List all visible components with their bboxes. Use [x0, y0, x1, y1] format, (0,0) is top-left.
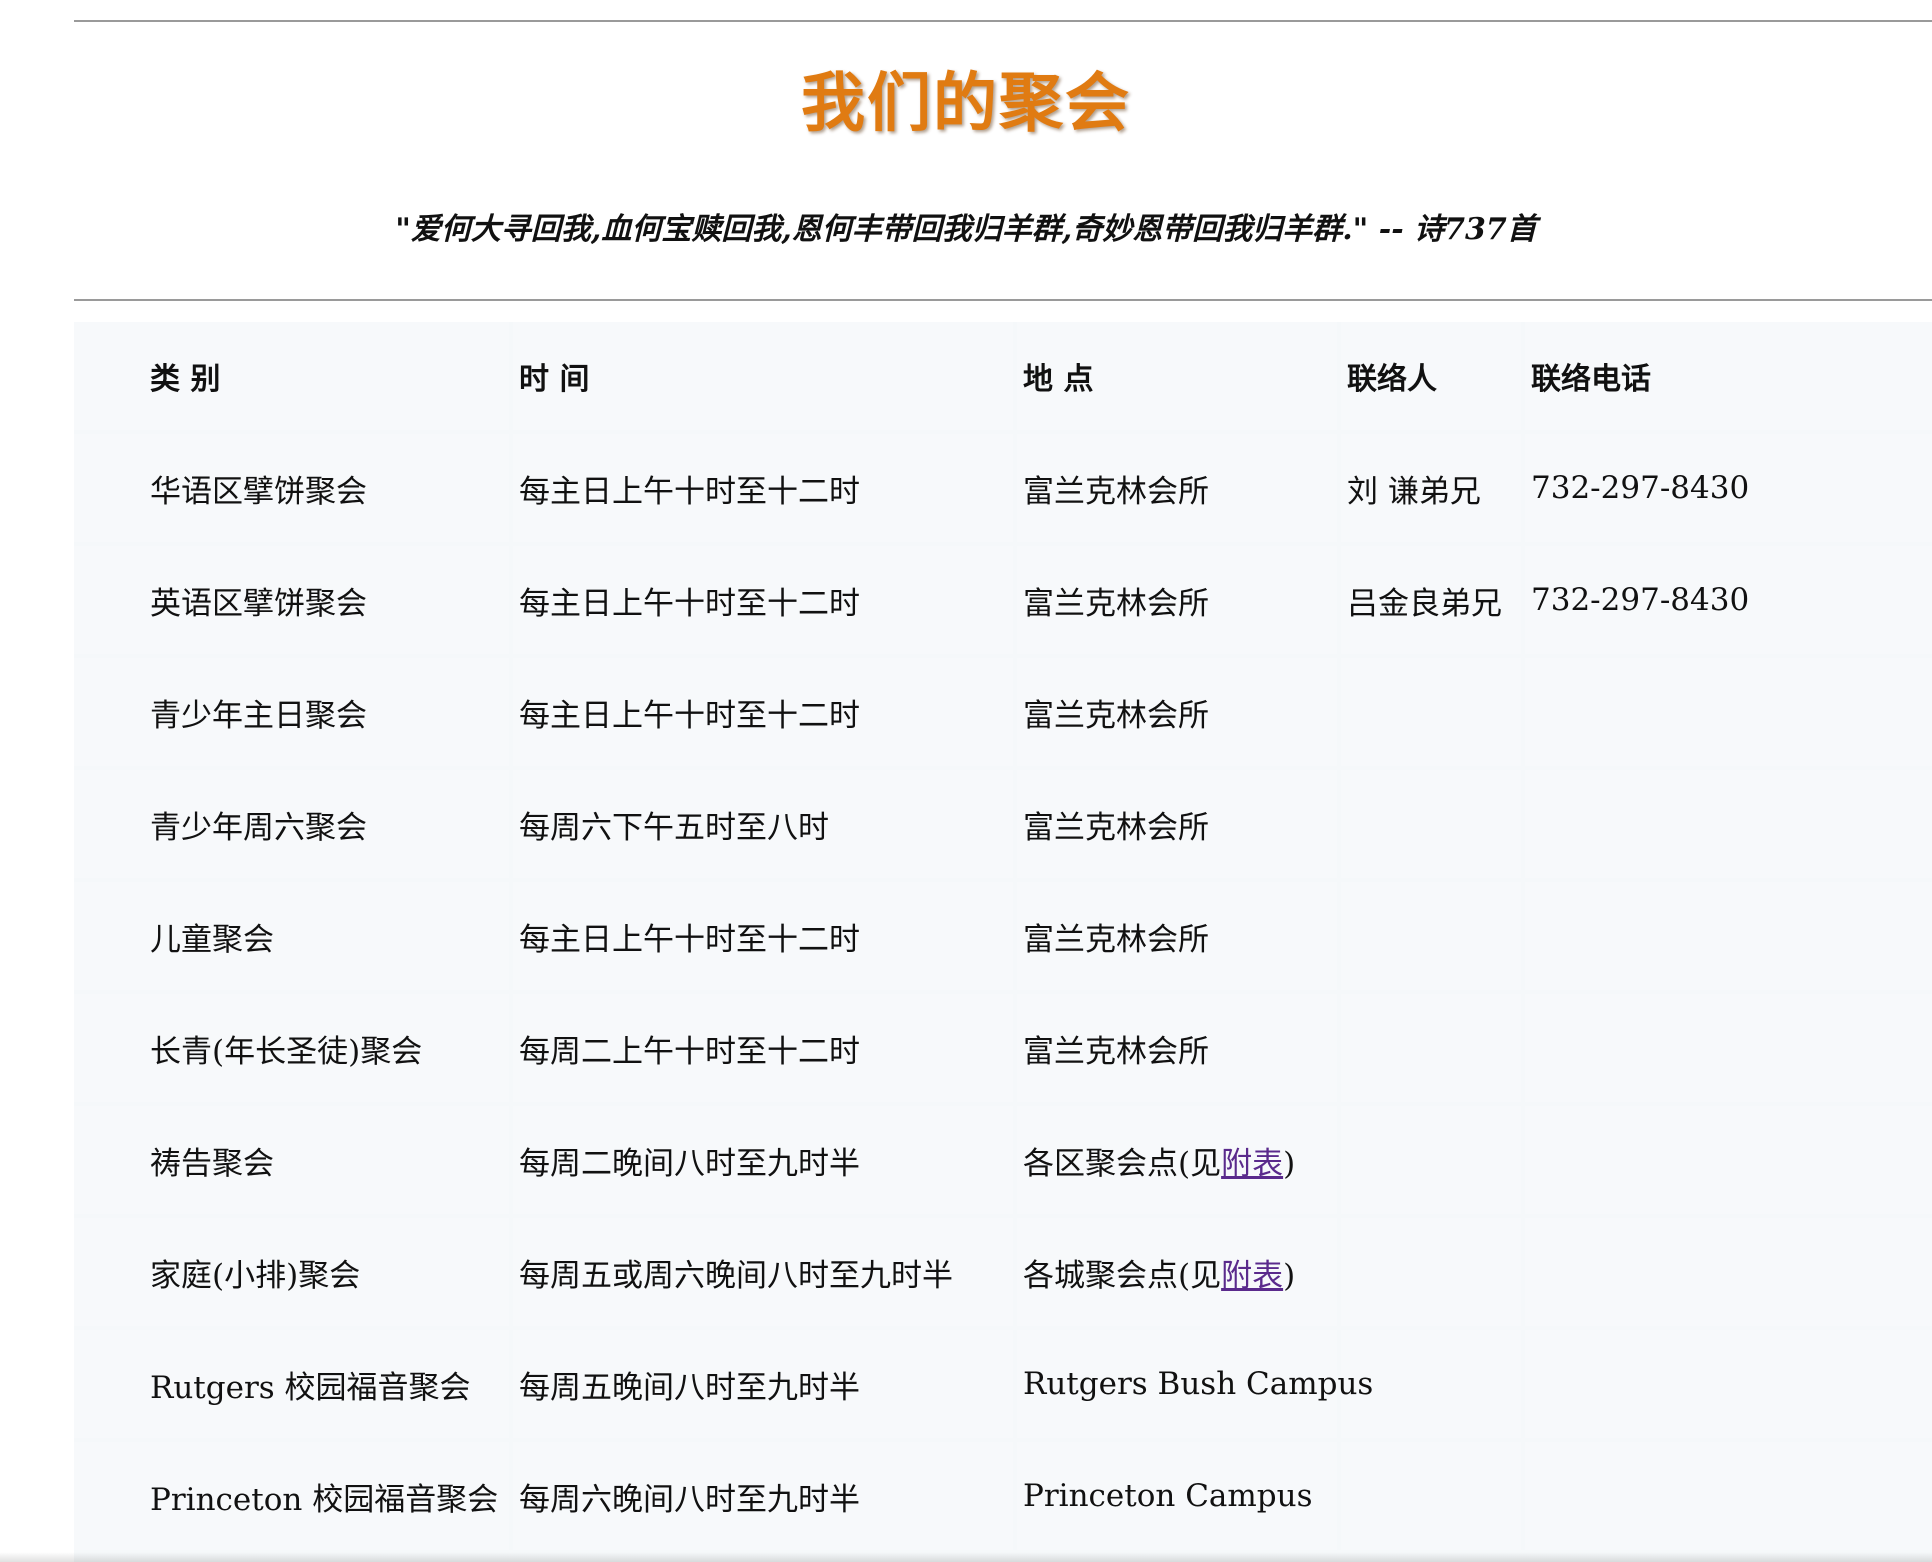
appendix-link[interactable]: 附表: [1221, 1146, 1283, 1182]
meeting-place: 富兰克林会所: [1017, 994, 1337, 1102]
header-phone: 联络电话: [1525, 322, 1932, 430]
meeting-phone: [1525, 1106, 1932, 1214]
table-row: 青少年周六聚会 每周六下午五时至八时 富兰克林会所: [74, 770, 1932, 878]
place-suffix: ): [1283, 1145, 1296, 1182]
meeting-type: 儿童聚会: [74, 882, 509, 990]
page-title: 我们的聚会: [801, 67, 1131, 141]
meeting-type: 长青(年长圣徒)聚会: [74, 994, 509, 1102]
table-header-row: 类 别 时 间 地 点 联络人 联络电话: [74, 322, 1932, 430]
meeting-place: 富兰克林会所: [1017, 770, 1337, 878]
meeting-time: 每主日上午十时至十二时: [513, 882, 1013, 990]
top-divider: [74, 20, 1932, 22]
meeting-type: 青少年主日聚会: [74, 658, 509, 766]
meeting-contact: [1341, 658, 1521, 766]
meeting-time: 每周五晚间八时至九时半: [513, 1330, 1013, 1438]
meeting-place: 富兰克林会所: [1017, 434, 1337, 542]
meeting-phone: [1525, 882, 1932, 990]
meeting-place: 富兰克林会所: [1017, 882, 1337, 990]
meeting-time: 每周二晚间八时至九时半: [513, 1106, 1013, 1214]
table-row: Rutgers 校园福音聚会 每周五晚间八时至九时半 Rutgers Bush …: [74, 1330, 1932, 1438]
meeting-time: 每周六下午五时至八时: [513, 770, 1013, 878]
meeting-time: 每周五或周六晚间八时至九时半: [513, 1218, 1013, 1326]
meeting-type: Rutgers 校园福音聚会: [74, 1330, 509, 1438]
meeting-time: 每主日上午十时至十二时: [513, 658, 1013, 766]
appendix-link[interactable]: 附表: [1221, 1258, 1283, 1294]
section-divider: [74, 299, 1932, 301]
meeting-contact: [1341, 994, 1521, 1102]
hymn-quote: "爱何大寻回我,血何宝赎回我,恩何丰带回我归羊群,奇妙恩带回我归羊群." -- …: [395, 212, 1537, 247]
meeting-type: 英语区擘饼聚会: [74, 546, 509, 654]
table-row: 家庭(小排)聚会 每周五或周六晚间八时至九时半 各城聚会点(见附表): [74, 1218, 1932, 1326]
meeting-type: 祷告聚会: [74, 1106, 509, 1214]
header-contact: 联络人: [1341, 322, 1521, 430]
meeting-time: 每周六晚间八时至九时半: [513, 1442, 1013, 1550]
meeting-contact: 吕金良弟兄: [1341, 546, 1521, 654]
meeting-place: 富兰克林会所: [1017, 658, 1337, 766]
meeting-phone: [1525, 770, 1932, 878]
table-row: 儿童聚会 每主日上午十时至十二时 富兰克林会所: [74, 882, 1932, 990]
meetings-table: 类 别 时 间 地 点 联络人 联络电话 华语区擘饼聚会 每主日上午十时至十二时…: [74, 322, 1932, 1554]
window-bottom-edge: [0, 1552, 1932, 1562]
meeting-contact: [1341, 882, 1521, 990]
header-type: 类 别: [74, 322, 509, 430]
header-place: 地 点: [1017, 322, 1337, 430]
meeting-time: 每主日上午十时至十二时: [513, 546, 1013, 654]
meeting-phone: [1525, 658, 1932, 766]
table-row: 青少年主日聚会 每主日上午十时至十二时 富兰克林会所: [74, 658, 1932, 766]
table-row: 祷告聚会 每周二晚间八时至九时半 各区聚会点(见附表): [74, 1106, 1932, 1214]
place-suffix: ): [1283, 1257, 1296, 1294]
table-row: 华语区擘饼聚会 每主日上午十时至十二时 富兰克林会所 刘 谦弟兄 732-297…: [74, 434, 1932, 542]
meeting-phone: 732-297-8430: [1525, 434, 1932, 542]
table-row: Princeton 校园福音聚会 每周六晚间八时至九时半 Princeton C…: [74, 1442, 1932, 1550]
meeting-type: 家庭(小排)聚会: [74, 1218, 509, 1326]
meeting-contact: [1341, 1106, 1521, 1214]
meeting-place: 富兰克林会所: [1017, 546, 1337, 654]
meeting-phone: [1525, 1218, 1932, 1326]
header-time: 时 间: [513, 322, 1013, 430]
meeting-place: Rutgers Bush Campus: [1017, 1330, 1373, 1438]
meeting-place: 各区聚会点(见附表): [1017, 1106, 1337, 1214]
meeting-contact: 刘 谦弟兄: [1341, 434, 1521, 542]
meeting-time: 每主日上午十时至十二时: [513, 434, 1013, 542]
meeting-phone: [1525, 1442, 1932, 1550]
place-prefix: 各区聚会点(见: [1023, 1145, 1222, 1182]
meeting-phone: 732-297-8430: [1525, 546, 1932, 654]
table-row: 英语区擘饼聚会 每主日上午十时至十二时 富兰克林会所 吕金良弟兄 732-297…: [74, 546, 1932, 654]
meeting-phone: [1525, 1330, 1932, 1438]
meeting-phone: [1525, 994, 1932, 1102]
meeting-contact: [1341, 1218, 1521, 1326]
meetings-table-container: 类 别 时 间 地 点 联络人 联络电话 华语区擘饼聚会 每主日上午十时至十二时…: [74, 322, 1932, 1562]
table-row: 长青(年长圣徒)聚会 每周二上午十时至十二时 富兰克林会所: [74, 994, 1932, 1102]
place-prefix: 各城聚会点(见: [1023, 1257, 1222, 1294]
meeting-type: Princeton 校园福音聚会: [74, 1442, 509, 1550]
meeting-contact: [1341, 1442, 1521, 1550]
meeting-place: 各城聚会点(见附表): [1017, 1218, 1337, 1326]
meeting-time: 每周二上午十时至十二时: [513, 994, 1013, 1102]
meeting-place: Princeton Campus: [1017, 1442, 1337, 1550]
meeting-type: 华语区擘饼聚会: [74, 434, 509, 542]
meeting-type: 青少年周六聚会: [74, 770, 509, 878]
meeting-contact: [1341, 770, 1521, 878]
